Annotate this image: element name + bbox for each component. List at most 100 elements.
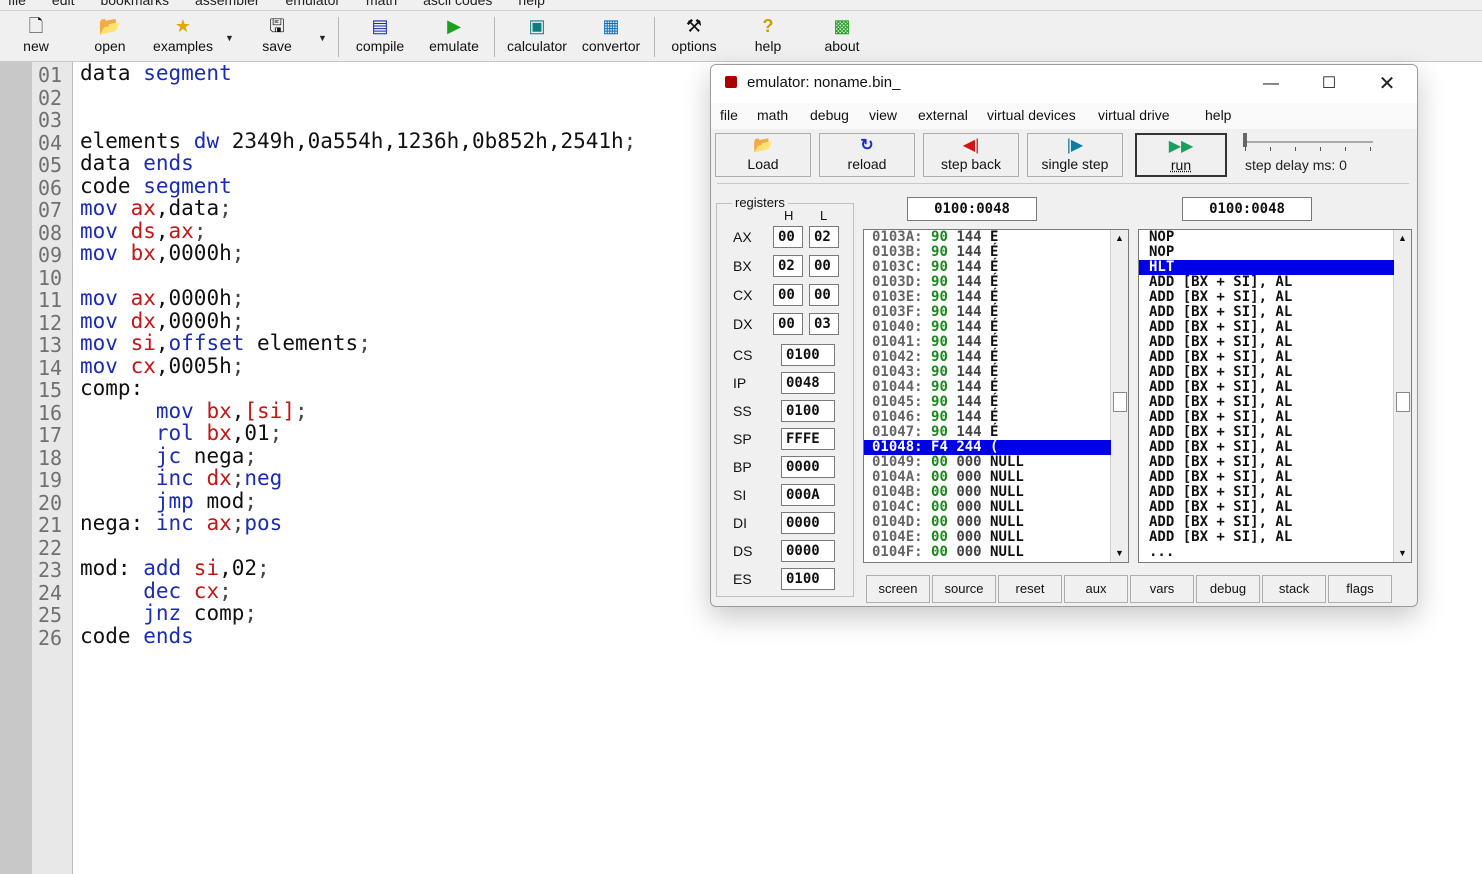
code-line[interactable]: mov bx,[si];: [80, 399, 636, 423]
instruction-row[interactable]: ADD [BX + SI], AL: [1139, 500, 1394, 515]
memory-row-selected[interactable]: 01048: F4 244 (: [864, 440, 1111, 455]
code-line[interactable]: dec cx;: [80, 579, 636, 603]
code-line[interactable]: rol bx,01;: [80, 422, 636, 445]
aux-button[interactable]: aux: [1064, 575, 1128, 603]
save-dropdown-icon[interactable]: ▼: [318, 33, 327, 43]
reset-button[interactable]: reset: [998, 575, 1062, 603]
code-line[interactable]: mov bx,0000h;: [80, 242, 636, 265]
instruction-row[interactable]: ADD [BX + SI], AL: [1139, 395, 1394, 410]
register-ax-high[interactable]: 00: [773, 226, 803, 248]
instruction-row[interactable]: ADD [BX + SI], AL: [1139, 440, 1394, 455]
instruction-row[interactable]: ADD [BX + SI], AL: [1139, 350, 1394, 365]
instruction-row[interactable]: ADD [BX + SI], AL: [1139, 365, 1394, 380]
minimize-icon[interactable]: —: [1251, 70, 1291, 98]
menu-item-math[interactable]: math: [366, 0, 397, 8]
memory-row[interactable]: 0103C: 90 144 É: [864, 260, 1111, 275]
memory-row[interactable]: 0104B: 00 000 NULL: [864, 485, 1111, 500]
memory-row[interactable]: 0104F: 00 000 NULL: [864, 545, 1111, 560]
register-ss-value[interactable]: 0100: [781, 400, 835, 422]
memory-row[interactable]: 0104C: 00 000 NULL: [864, 500, 1111, 515]
emu-menu-debug[interactable]: debug: [810, 107, 849, 123]
register-ds-value[interactable]: 0000: [781, 540, 835, 562]
instruction-row[interactable]: ADD [BX + SI], AL: [1139, 515, 1394, 530]
memory-address-field[interactable]: 0100:0048: [907, 197, 1037, 221]
scroll-up-icon[interactable]: ▲: [1394, 230, 1411, 247]
memory-row[interactable]: 0103B: 90 144 É: [864, 245, 1111, 260]
code-line[interactable]: mov dx,0000h;: [80, 309, 636, 333]
close-icon[interactable]: ✕: [1367, 70, 1407, 98]
register-di-value[interactable]: 0000: [781, 512, 835, 534]
code-line[interactable]: [80, 535, 636, 558]
memory-list[interactable]: ▲ ▼ 0103A: 90 144 É 0103B: 90 144 É 0103C:…: [863, 229, 1129, 563]
scroll-thumb[interactable]: [1113, 392, 1127, 412]
memory-row[interactable]: 0103A: 90 144 É: [864, 230, 1111, 245]
slider-knob[interactable]: [1243, 133, 1247, 147]
memory-row[interactable]: 0104E: 00 000 NULL: [864, 530, 1111, 545]
instruction-row[interactable]: ADD [BX + SI], AL: [1139, 320, 1394, 335]
register-bx-high[interactable]: 02: [773, 255, 803, 277]
examples-button[interactable]: ★ examples: [148, 15, 218, 59]
code-line[interactable]: mov cx,0005h;: [80, 354, 636, 378]
step-back-button[interactable]: ◀| step back: [923, 133, 1019, 177]
disassembly-list[interactable]: ▲ ▼ NOP NOP HLT ADD [BX + SI], AL ADD [BX + …: [1138, 229, 1412, 563]
instruction-row[interactable]: ADD [BX + SI], AL: [1139, 335, 1394, 350]
menu-item-ascii-codes[interactable]: ascii codes: [423, 0, 492, 8]
calculator-button[interactable]: ▣ calculator: [502, 15, 572, 59]
code-line[interactable]: jmp mod;: [80, 489, 636, 513]
debug-button[interactable]: debug: [1196, 575, 1260, 603]
options-button[interactable]: ⚒ options: [664, 15, 724, 59]
instruction-row[interactable]: ADD [BX + SI], AL: [1139, 485, 1394, 500]
scroll-up-icon[interactable]: ▲: [1111, 230, 1128, 247]
scroll-down-icon[interactable]: ▼: [1394, 545, 1411, 562]
register-ip-value[interactable]: 0048: [781, 372, 835, 394]
memory-row[interactable]: 0104A: 00 000 NULL: [864, 470, 1111, 485]
instruction-row[interactable]: ADD [BX + SI], AL: [1139, 530, 1394, 545]
code-line[interactable]: mov ds,ax;: [80, 219, 636, 243]
memory-row[interactable]: 0103E: 90 144 É: [864, 290, 1111, 305]
memory-row[interactable]: 0104D: 00 000 NULL: [864, 515, 1111, 530]
memory-row[interactable]: 01043: 90 144 É: [864, 365, 1111, 380]
menu-item-help[interactable]: help: [518, 0, 544, 8]
stack-button[interactable]: stack: [1262, 575, 1326, 603]
examples-dropdown-icon[interactable]: ▼: [225, 33, 234, 43]
register-dx-low[interactable]: 03: [809, 313, 839, 335]
memory-row[interactable]: 01049: 00 000 NULL: [864, 455, 1111, 470]
code-line[interactable]: data segment: [80, 62, 636, 85]
instruction-row[interactable]: NOP: [1139, 245, 1394, 260]
disassembly-scrollbar[interactable]: ▲ ▼: [1393, 230, 1411, 562]
code-line[interactable]: inc dx;neg: [80, 467, 636, 490]
source-button[interactable]: source: [932, 575, 996, 603]
menu-item-assembler[interactable]: assembler: [195, 0, 260, 8]
register-es-value[interactable]: 0100: [781, 568, 835, 590]
instruction-row[interactable]: ADD [BX + SI], AL: [1139, 380, 1394, 395]
code-line[interactable]: data ends: [80, 152, 636, 175]
emu-menu-virtual-devices[interactable]: virtual devices: [987, 107, 1076, 123]
code-line[interactable]: mov si,offset elements;: [80, 332, 636, 355]
emu-menu-external[interactable]: external: [918, 107, 968, 123]
register-dx-high[interactable]: 00: [773, 313, 803, 335]
code-line[interactable]: code ends: [80, 624, 636, 648]
memory-row[interactable]: 01044: 90 144 É: [864, 380, 1111, 395]
compile-button[interactable]: ▤ compile: [350, 15, 410, 59]
single-step-button[interactable]: |▶ single step: [1027, 133, 1123, 177]
code-line[interactable]: [80, 265, 636, 288]
instruction-row[interactable]: NOP: [1139, 230, 1394, 245]
register-cs-value[interactable]: 0100: [781, 344, 835, 366]
memory-row[interactable]: 0103D: 90 144 É: [864, 275, 1111, 290]
code-line[interactable]: nega: inc ax;pos: [80, 512, 636, 535]
code-line[interactable]: jc nega;: [80, 444, 636, 468]
scroll-down-icon[interactable]: ▼: [1111, 545, 1128, 562]
memory-row[interactable]: 01046: 90 144 É: [864, 410, 1111, 425]
help-button[interactable]: ? help: [746, 15, 790, 59]
convertor-button[interactable]: ▦ convertor: [578, 15, 644, 59]
register-ax-low[interactable]: 02: [809, 226, 839, 248]
vars-button[interactable]: vars: [1130, 575, 1194, 603]
register-sp-value[interactable]: FFFE: [781, 428, 835, 450]
memory-row[interactable]: 01041: 90 144 É: [864, 335, 1111, 350]
menu-item-edit[interactable]: edit: [52, 0, 75, 8]
code-line[interactable]: mov ax,data;: [80, 197, 636, 220]
emulate-button[interactable]: ▶ emulate: [424, 15, 484, 59]
memory-row[interactable]: 01042: 90 144 É: [864, 350, 1111, 365]
emu-menu-view[interactable]: view: [869, 107, 897, 123]
register-bx-low[interactable]: 00: [809, 255, 839, 277]
